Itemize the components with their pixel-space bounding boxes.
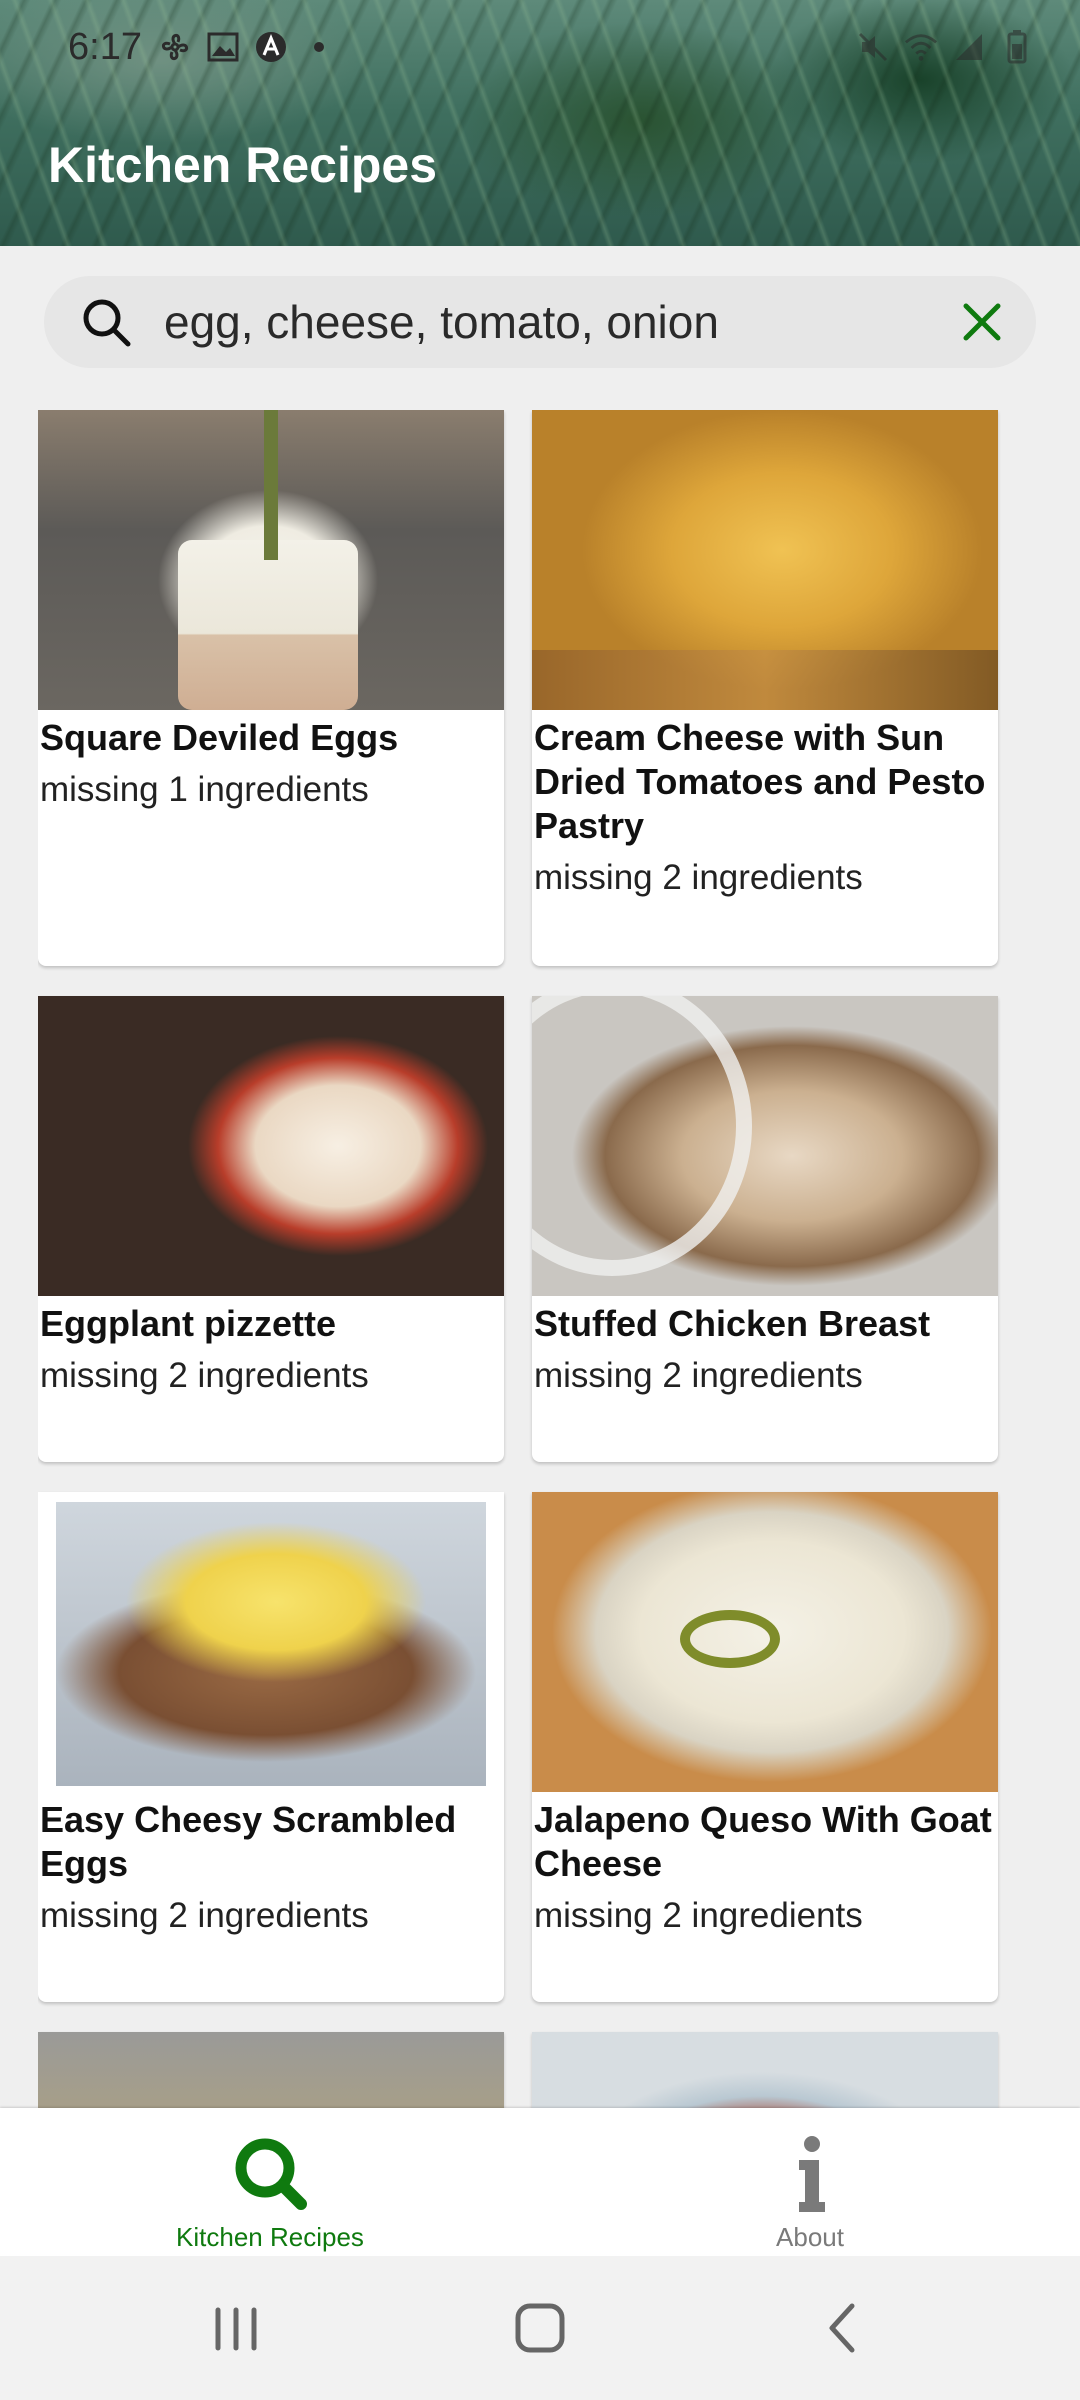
- recipe-image-detail: [56, 1502, 486, 1786]
- recipe-title: Stuffed Chicken Breast: [534, 1303, 931, 1344]
- recipe-card[interactable]: [532, 2032, 998, 2110]
- recipe-card[interactable]: Square Deviled Eggs missing 1 ingredient…: [38, 410, 504, 966]
- search-icon: [225, 2128, 315, 2218]
- recipe-grid: Square Deviled Eggs missing 1 ingredient…: [38, 410, 1038, 2110]
- mute-icon: [856, 30, 890, 64]
- header-banner: 6:17 Kitchen Recipes: [0, 0, 1080, 246]
- recipe-image: [532, 410, 998, 710]
- recipe-image-detail: [178, 540, 358, 710]
- recipe-image: [38, 1492, 504, 1792]
- missing-ingredients: missing 2 ingredients: [534, 1896, 863, 1935]
- recipe-image-detail: [264, 410, 278, 560]
- nav-label: About: [776, 2222, 844, 2252]
- recipe-title: Easy Cheesy Scrambled Eggs: [40, 1799, 457, 1884]
- recipe-card[interactable]: [38, 2032, 504, 2110]
- close-icon[interactable]: [958, 298, 1006, 346]
- app-a-icon: [254, 30, 288, 64]
- wifi-icon: [904, 30, 938, 64]
- status-notification-icons: [158, 30, 336, 64]
- recipe-title: Cream Cheese with Sun Dried Tomatoes and…: [534, 717, 986, 846]
- search-icon: [80, 296, 132, 348]
- info-icon: [765, 2128, 855, 2218]
- recipe-card[interactable]: Stuffed Chicken Breast missing 2 ingredi…: [532, 996, 998, 1462]
- recipe-card[interactable]: Cream Cheese with Sun Dried Tomatoes and…: [532, 410, 998, 966]
- dot-icon: [302, 30, 336, 64]
- recipe-image-detail: [532, 650, 998, 710]
- back-button[interactable]: [804, 2292, 884, 2364]
- nav-item-about[interactable]: About: [540, 2108, 1080, 2256]
- recipe-title: Eggplant pizzette: [40, 1303, 336, 1344]
- recipe-card[interactable]: Jalapeno Queso With Goat Cheese missing …: [532, 1492, 998, 2002]
- search-input[interactable]: [164, 294, 964, 350]
- recipe-card[interactable]: Easy Cheesy Scrambled Eggs missing 2 ing…: [38, 1492, 504, 2002]
- missing-ingredients: missing 2 ingredients: [534, 1356, 863, 1395]
- recipe-image: [532, 2032, 998, 2110]
- nav-item-kitchen-recipes[interactable]: Kitchen Recipes: [0, 2108, 540, 2256]
- recipe-image: [38, 2032, 504, 2110]
- missing-ingredients: missing 2 ingredients: [40, 1356, 369, 1395]
- missing-ingredients: missing 2 ingredients: [534, 858, 863, 897]
- search-bar[interactable]: [44, 276, 1036, 368]
- recipe-title: Jalapeno Queso With Goat Cheese: [534, 1799, 992, 1884]
- app-screen: 6:17 Kitchen Recipes egg, cheese, tomato…: [0, 0, 1080, 2400]
- signal-icon: [952, 30, 986, 64]
- nav-label: Kitchen Recipes: [176, 2222, 364, 2252]
- status-time: 6:17: [68, 26, 142, 68]
- system-navigation-bar: [0, 2256, 1080, 2400]
- home-button[interactable]: [500, 2292, 580, 2364]
- recipe-image: [38, 996, 504, 1296]
- recipe-image: [532, 1492, 998, 1792]
- missing-ingredients: missing 1 ingredients: [40, 770, 369, 809]
- bottom-navigation: Kitchen Recipes About: [0, 2108, 1080, 2256]
- battery-icon: [1000, 30, 1034, 64]
- missing-ingredients: missing 2 ingredients: [40, 1896, 369, 1935]
- recipe-image-detail: [532, 996, 752, 1276]
- fan-icon: [158, 30, 192, 64]
- status-bar: 6:17: [0, 0, 1080, 96]
- recipe-title: Square Deviled Eggs: [40, 717, 399, 758]
- recipe-image: [38, 410, 504, 710]
- status-system-icons: [856, 30, 1034, 64]
- image-icon: [206, 30, 240, 64]
- recent-apps-button[interactable]: [196, 2292, 276, 2364]
- recipe-image: [532, 996, 998, 1296]
- recipe-card[interactable]: Eggplant pizzette missing 2 ingredients: [38, 996, 504, 1462]
- recipe-image-detail: [680, 1610, 780, 1668]
- app-title: Kitchen Recipes: [48, 137, 438, 193]
